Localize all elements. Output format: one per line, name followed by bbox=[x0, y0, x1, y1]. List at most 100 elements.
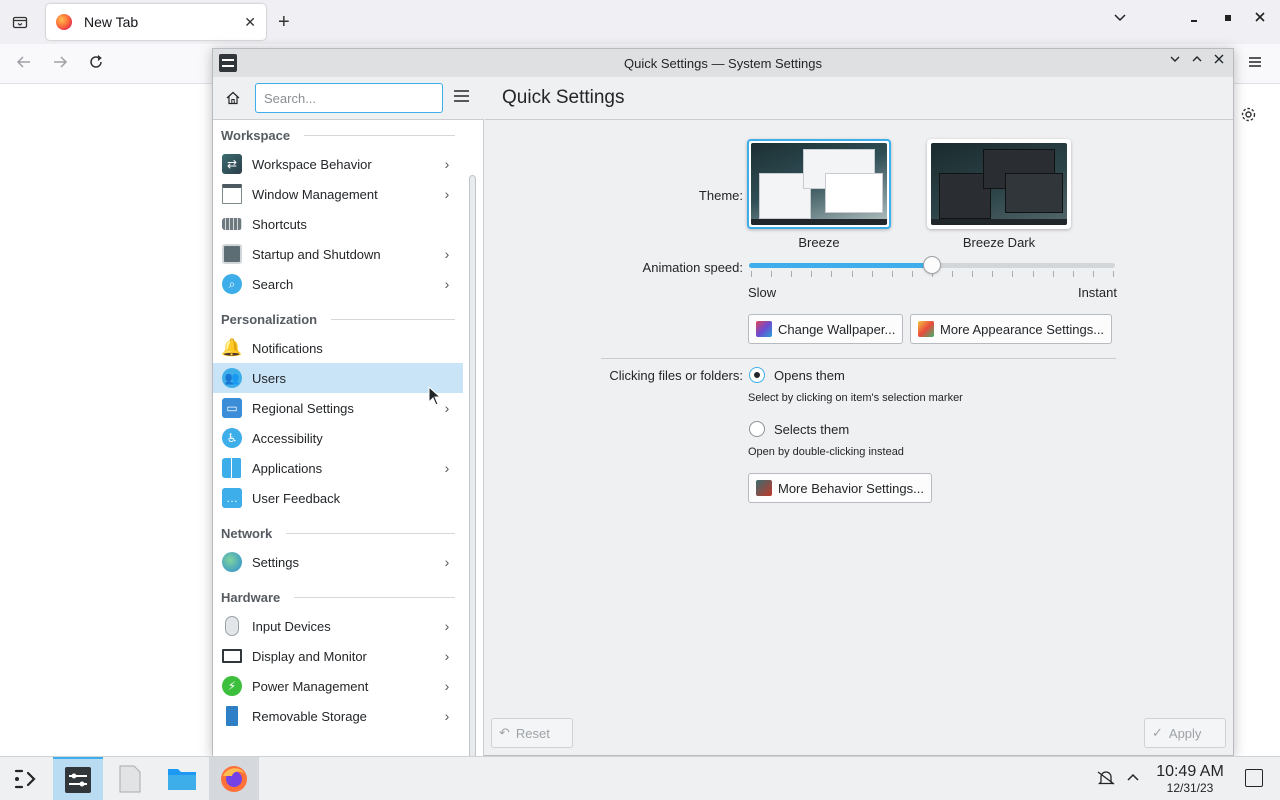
more-behavior-settings-button[interactable]: More Behavior Settings... bbox=[748, 473, 932, 503]
chevron-down-icon[interactable] bbox=[1169, 53, 1181, 68]
sidebar-item-display-monitor[interactable]: Display and Monitor › bbox=[213, 641, 463, 671]
sidebar-item-user-feedback[interactable]: … User Feedback bbox=[213, 483, 463, 513]
sidebar-item-workspace-behavior[interactable]: ⇄ Workspace Behavior › bbox=[213, 149, 463, 179]
chevron-down-icon[interactable] bbox=[1113, 10, 1127, 27]
regional-settings-icon: ▭ bbox=[222, 398, 242, 418]
globe-icon bbox=[222, 552, 242, 572]
slider-tick bbox=[791, 271, 793, 277]
close-browser-icon[interactable] bbox=[1254, 10, 1266, 27]
chevron-right-icon: › bbox=[444, 186, 450, 202]
sidebar-item-input-devices[interactable]: Input Devices › bbox=[213, 611, 463, 641]
instant-label: Instant bbox=[1077, 285, 1117, 300]
accessibility-icon: ♿ bbox=[222, 428, 242, 448]
home-icon[interactable] bbox=[223, 88, 243, 108]
page-title: Quick Settings bbox=[502, 87, 625, 108]
chevron-right-icon: › bbox=[444, 648, 450, 664]
theme-name-breeze-dark: Breeze Dark bbox=[962, 235, 1036, 250]
system-tray-expand-icon[interactable] bbox=[1126, 769, 1140, 791]
clicking-files-label: Clicking files or folders: bbox=[609, 368, 743, 383]
sidebar-item-users[interactable]: 👥 Users bbox=[213, 363, 463, 393]
window-titlebar[interactable]: Quick Settings — System Settings bbox=[213, 49, 1233, 77]
section-separator bbox=[601, 358, 1116, 359]
close-icon[interactable] bbox=[1213, 53, 1225, 68]
sidebar-item-notifications[interactable]: 🔔 Notifications bbox=[213, 333, 463, 363]
keyboard-icon bbox=[222, 218, 242, 230]
new-tab-button[interactable]: + bbox=[278, 10, 290, 34]
appearance-icon bbox=[918, 321, 934, 337]
apply-button[interactable]: ✓ Apply bbox=[1144, 718, 1226, 748]
sidebar-item-power-management[interactable]: ⚡ Power Management › bbox=[213, 671, 463, 701]
more-appearance-settings-button[interactable]: More Appearance Settings... bbox=[910, 314, 1113, 344]
sidebar-header bbox=[213, 77, 484, 120]
close-tab-icon[interactable]: ✕ bbox=[244, 14, 256, 31]
gear-icon[interactable] bbox=[1240, 106, 1257, 128]
chevron-right-icon: › bbox=[444, 708, 450, 724]
sidebar-item-regional-settings[interactable]: ▭ Regional Settings › bbox=[213, 393, 463, 423]
animation-speed-label: Animation speed: bbox=[642, 260, 743, 275]
taskbar-firefox-icon[interactable] bbox=[209, 757, 259, 800]
sidebar-item-accessibility[interactable]: ♿ Accessibility bbox=[213, 423, 463, 453]
sidebar-item-shortcuts[interactable]: Shortcuts bbox=[213, 209, 463, 239]
application-launcher-icon[interactable] bbox=[12, 767, 38, 797]
slider-tick bbox=[751, 271, 752, 277]
opens-them-label[interactable]: Opens them bbox=[774, 368, 845, 383]
forward-icon[interactable] bbox=[52, 54, 68, 75]
slider-tick bbox=[972, 271, 974, 277]
system-settings-window: Quick Settings — System Settings Workspa… bbox=[212, 48, 1234, 779]
sidebar-item-search[interactable]: ⌕ Search › bbox=[213, 269, 463, 299]
main-content: Quick Settings Theme: Breeze Breeze Dark… bbox=[485, 77, 1233, 757]
main-header: Quick Settings bbox=[485, 77, 1233, 120]
sidebar-item-startup-shutdown[interactable]: Startup and Shutdown › bbox=[213, 239, 463, 269]
browser-tab[interactable]: New Tab ✕ bbox=[46, 4, 266, 40]
hamburger-menu-icon[interactable] bbox=[453, 89, 471, 107]
slider-tick bbox=[771, 271, 773, 277]
back-icon[interactable] bbox=[16, 54, 32, 75]
opens-them-radio[interactable] bbox=[749, 367, 765, 383]
chevron-right-icon: › bbox=[444, 156, 450, 172]
show-desktop-icon[interactable] bbox=[1245, 769, 1263, 787]
sidebar-item-window-management[interactable]: Window Management › bbox=[213, 179, 463, 209]
sidebar-scrollbar[interactable] bbox=[469, 175, 476, 779]
chevron-right-icon: › bbox=[444, 246, 450, 262]
sidebar-item-applications[interactable]: Applications › bbox=[213, 453, 463, 483]
system-settings-icon bbox=[219, 54, 237, 72]
maximize-icon[interactable] bbox=[1222, 10, 1234, 27]
taskbar: 10:49 AM 12/31/23 bbox=[0, 756, 1280, 800]
sidebar-item-network-settings[interactable]: Settings › bbox=[213, 547, 463, 577]
reload-icon[interactable] bbox=[88, 54, 104, 75]
slider-tick bbox=[1052, 271, 1054, 277]
chevron-right-icon: › bbox=[444, 554, 450, 570]
category-network: Network bbox=[221, 521, 455, 545]
reset-button[interactable]: ↶ Reset bbox=[491, 718, 573, 748]
selects-them-radio[interactable] bbox=[749, 421, 765, 437]
tab-list-icon[interactable] bbox=[6, 8, 34, 36]
notifications-tray-icon[interactable] bbox=[1097, 769, 1115, 791]
taskbar-file-icon[interactable] bbox=[105, 757, 155, 800]
selects-them-label[interactable]: Selects them bbox=[774, 422, 849, 437]
minimize-icon[interactable] bbox=[1188, 10, 1200, 27]
slider-tick bbox=[1012, 271, 1014, 277]
category-hardware: Hardware bbox=[221, 585, 455, 609]
slow-label: Slow bbox=[748, 285, 777, 300]
tab-title: New Tab bbox=[84, 14, 139, 30]
theme-card-breeze[interactable] bbox=[747, 139, 891, 229]
taskbar-folder-icon[interactable] bbox=[157, 757, 207, 800]
search-input[interactable] bbox=[255, 83, 443, 113]
wallpaper-icon bbox=[756, 321, 772, 337]
clock[interactable]: 10:49 AM 12/31/23 bbox=[1150, 763, 1230, 795]
theme-name-breeze: Breeze bbox=[798, 235, 840, 250]
sidebar-item-removable-storage[interactable]: Removable Storage › bbox=[213, 701, 463, 731]
usb-drive-icon bbox=[226, 706, 238, 726]
theme-label: Theme: bbox=[698, 188, 743, 203]
taskbar-system-settings[interactable] bbox=[53, 757, 103, 800]
theme-card-breeze-dark[interactable] bbox=[927, 139, 1071, 229]
browser-menu-icon[interactable] bbox=[1248, 53, 1262, 74]
chevron-up-icon[interactable] bbox=[1191, 53, 1203, 68]
monitor-icon bbox=[222, 649, 242, 663]
browser-tab-bar: New Tab ✕ + bbox=[0, 0, 1280, 44]
applications-icon bbox=[222, 458, 242, 478]
users-icon: 👥 bbox=[222, 368, 242, 388]
chevron-right-icon: › bbox=[444, 276, 450, 292]
change-wallpaper-button[interactable]: Change Wallpaper... bbox=[748, 314, 904, 344]
slider-handle[interactable] bbox=[923, 256, 941, 274]
